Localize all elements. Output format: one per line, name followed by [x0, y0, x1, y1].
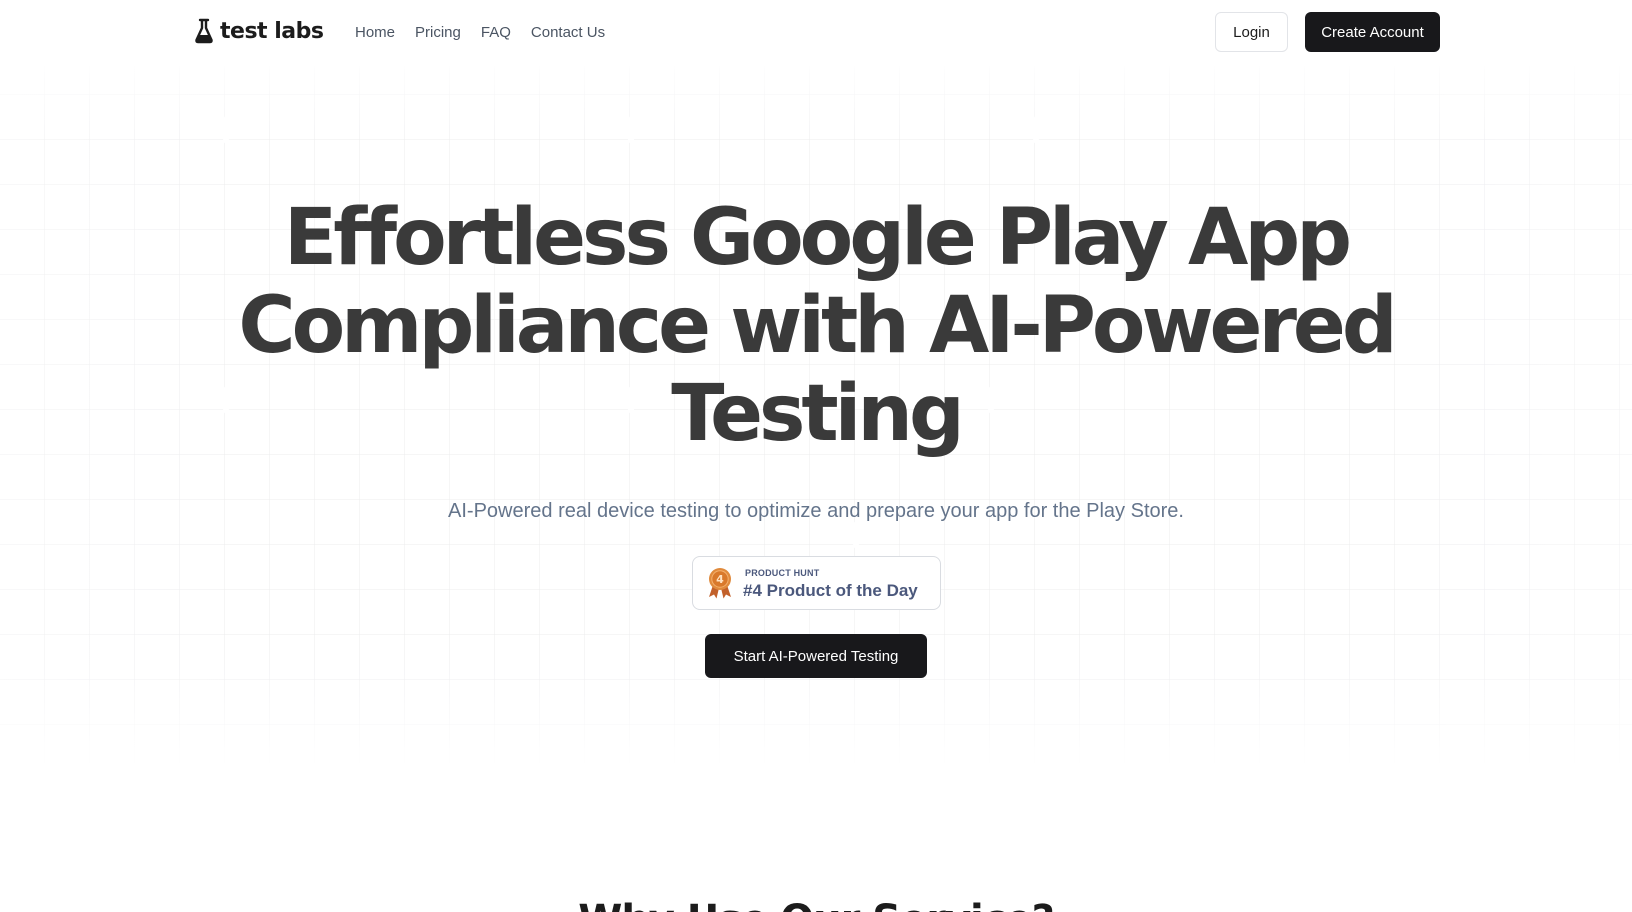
flask-icon [195, 18, 213, 44]
hero-subtitle: AI-Powered real device testing to optimi… [448, 500, 1184, 522]
badge-kicker: PRODUCT HUNT [745, 568, 820, 578]
start-testing-button[interactable]: Start AI-Powered Testing [705, 634, 927, 678]
create-account-button[interactable]: Create Account [1305, 12, 1440, 52]
badge-label: #4 Product of the Day [743, 581, 918, 600]
nav-home-link[interactable]: Home [355, 24, 395, 41]
nav-faq-link[interactable]: FAQ [481, 24, 511, 41]
login-button[interactable]: Login [1215, 12, 1288, 52]
medal-rank: 4 [716, 573, 724, 586]
nav-contact-link[interactable]: Contact Us [531, 24, 605, 41]
main-nav: Home Pricing FAQ Contact Us [355, 24, 605, 41]
hero-title-line-2: Compliance with AI-Powered [238, 281, 1397, 371]
hero-title-line-1: Effortless Google Play App [283, 193, 1352, 283]
award-medal-icon: 4 [709, 568, 731, 599]
hero-title: Effortless Google Play App Compliance wi… [216, 194, 1416, 458]
hero-section: Effortless Google Play App Compliance wi… [0, 66, 1632, 766]
hero-title-line-3: Testing [671, 369, 965, 459]
section-heading: Why Use Our Service? [216, 896, 1416, 912]
nav-pricing-link[interactable]: Pricing [415, 24, 461, 41]
site-header: test labs Home Pricing FAQ Contact Us Lo… [0, 0, 1632, 66]
product-hunt-badge[interactable]: 4 PRODUCT HUNT #4 Product of the Day [692, 556, 941, 610]
brand-name: test labs [220, 18, 324, 44]
brand-logo[interactable]: test labs [194, 18, 324, 44]
